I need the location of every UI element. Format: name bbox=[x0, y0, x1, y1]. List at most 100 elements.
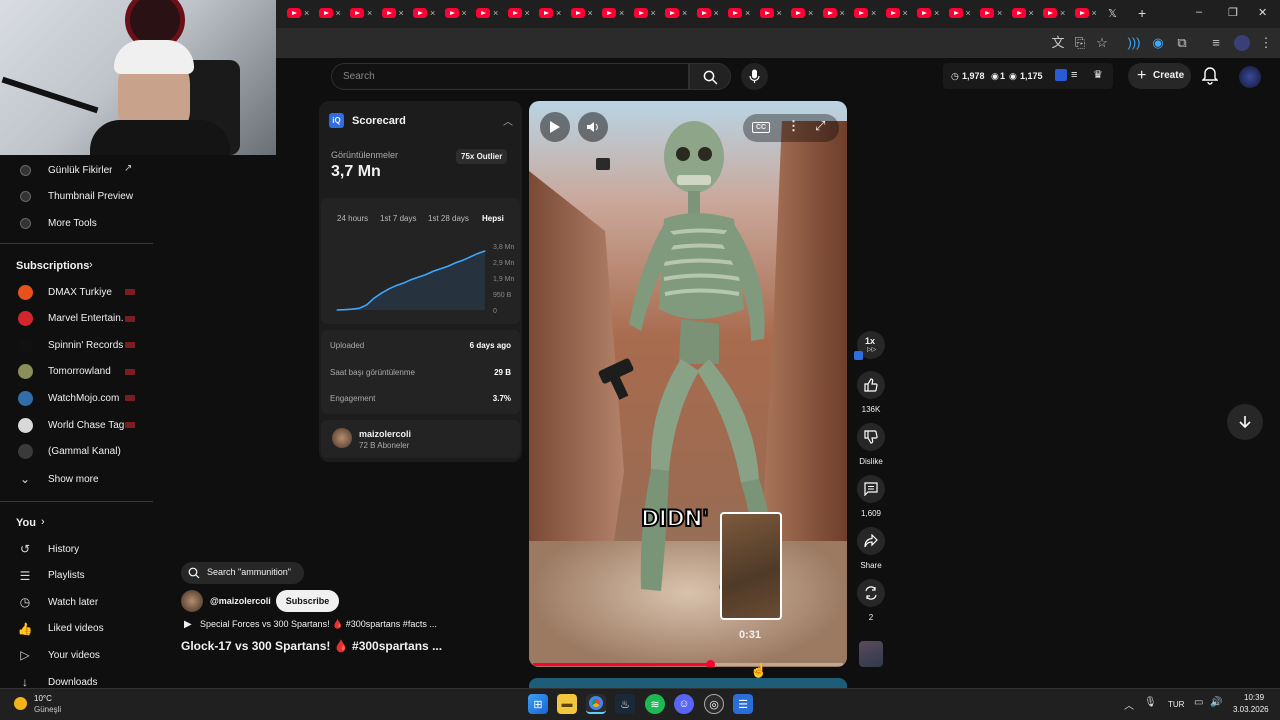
tab-close-icon[interactable]: × bbox=[462, 8, 467, 18]
extension-stats-bar[interactable]: ◷ 1,978 ◉ 1 ◉ 1,175 ≡ ♛ bbox=[943, 63, 1113, 89]
subscription-item[interactable]: DMAX Turkiye bbox=[0, 279, 153, 305]
sound-thumbnail[interactable] bbox=[859, 641, 883, 667]
sidebar-item-tool[interactable]: More Tools bbox=[0, 210, 153, 236]
discord-icon[interactable]: ☺ bbox=[674, 694, 694, 714]
language-indicator[interactable]: TUR bbox=[1168, 700, 1184, 709]
youtube-tab-icon[interactable] bbox=[413, 8, 427, 18]
notifications-bell-icon[interactable] bbox=[1201, 67, 1220, 85]
remix-button[interactable] bbox=[857, 579, 885, 607]
x-tab-icon[interactable]: 𝕏 bbox=[1108, 7, 1117, 20]
play-button[interactable] bbox=[540, 112, 570, 142]
tab-close-icon[interactable]: × bbox=[840, 8, 845, 18]
sidebar-item-tool[interactable]: Thumbnail Preview bbox=[0, 184, 153, 210]
fullscreen-icon[interactable]: ⤢ bbox=[815, 118, 825, 134]
obs-icon[interactable]: ◎ bbox=[704, 694, 724, 714]
notepad-icon[interactable]: ☰ bbox=[733, 694, 753, 714]
youtube-tab-icon[interactable] bbox=[980, 8, 994, 18]
youtube-tab-icon[interactable] bbox=[696, 8, 711, 18]
tab-close-icon[interactable]: × bbox=[777, 8, 782, 18]
user-avatar[interactable] bbox=[1239, 66, 1261, 88]
next-short-peek[interactable] bbox=[529, 678, 847, 688]
clock-time[interactable]: 10:39 bbox=[1244, 693, 1264, 702]
subscription-item[interactable]: Marvel Entertain... bbox=[0, 306, 153, 332]
youtube-tab-icon[interactable] bbox=[350, 8, 364, 18]
tab-close-icon[interactable]: × bbox=[808, 8, 813, 18]
tab-close-icon[interactable]: × bbox=[934, 8, 939, 18]
tab-close-icon[interactable]: × bbox=[997, 8, 1002, 18]
more-options-icon[interactable]: ⋮ bbox=[787, 118, 800, 134]
channel-avatar-small[interactable] bbox=[181, 590, 203, 612]
youtube-tab-icon[interactable] bbox=[822, 8, 837, 18]
channel-box[interactable]: maizolercoli 72 B Aboneler bbox=[321, 420, 520, 458]
chevron-right-icon[interactable]: › bbox=[89, 259, 93, 271]
tab-close-icon[interactable]: × bbox=[399, 8, 404, 18]
voice-search-button[interactable] bbox=[741, 63, 768, 90]
iq-badge-icon[interactable] bbox=[1055, 69, 1067, 81]
you-item[interactable]: 👍 Liked videos bbox=[0, 616, 153, 642]
youtube-tab-icon[interactable] bbox=[665, 8, 679, 18]
profile-avatar-icon[interactable] bbox=[1234, 35, 1250, 51]
youtube-tab-icon[interactable] bbox=[759, 8, 774, 18]
youtube-tab-icon[interactable] bbox=[854, 8, 868, 18]
tab-close-icon[interactable]: × bbox=[619, 8, 624, 18]
tab-close-icon[interactable]: × bbox=[367, 8, 372, 18]
tab-close-icon[interactable]: × bbox=[336, 8, 341, 18]
tab-close-icon[interactable]: × bbox=[651, 8, 656, 18]
mute-button[interactable] bbox=[578, 112, 608, 142]
youtube-tab-icon[interactable] bbox=[948, 8, 963, 18]
tray-volume-icon[interactable]: 🔊 bbox=[1210, 697, 1222, 708]
maximize-button[interactable]: ❐ bbox=[1228, 6, 1238, 19]
chevron-right-icon[interactable]: › bbox=[41, 516, 45, 528]
tab-close-icon[interactable]: × bbox=[871, 8, 876, 18]
youtube-tab-icon[interactable] bbox=[917, 8, 931, 18]
tab-close-icon[interactable]: × bbox=[1092, 8, 1097, 18]
tab-close-icon[interactable]: × bbox=[493, 8, 498, 18]
subscribe-button[interactable]: Subscribe bbox=[276, 590, 339, 612]
youtube-tab-icon[interactable] bbox=[570, 8, 585, 18]
video-title[interactable]: Glock-17 vs 300 Spartans! 🩸 #300spartans… bbox=[181, 639, 442, 653]
youtube-tab-icon[interactable] bbox=[1074, 8, 1089, 18]
minimize-button[interactable]: – bbox=[1196, 6, 1202, 18]
tab-close-icon[interactable]: × bbox=[430, 8, 435, 18]
clock-date[interactable]: 3.03.2026 bbox=[1233, 705, 1269, 714]
weather-temp[interactable]: 10°C bbox=[34, 694, 52, 703]
you-heading[interactable]: You bbox=[16, 517, 36, 529]
weather-sun-icon[interactable] bbox=[14, 697, 27, 710]
tab-close-icon[interactable]: × bbox=[966, 8, 971, 18]
subscription-item[interactable]: (Gammal Kanal) bbox=[0, 439, 153, 465]
extensions-puzzle-icon[interactable]: ⧉ bbox=[1174, 35, 1190, 51]
subscription-item[interactable]: Spinnin' Records bbox=[0, 332, 153, 358]
youtube-tab-icon[interactable] bbox=[602, 8, 616, 18]
tab-close-icon[interactable]: × bbox=[1029, 8, 1034, 18]
list-icon[interactable]: ≡ bbox=[1071, 69, 1077, 81]
youtube-tab-icon[interactable] bbox=[885, 8, 900, 18]
new-tab-button[interactable]: + bbox=[1138, 5, 1146, 21]
channel-handle[interactable]: @maizolercoli bbox=[210, 596, 271, 606]
youtube-tab-icon[interactable] bbox=[444, 8, 459, 18]
tray-display-icon[interactable]: ▭ bbox=[1194, 697, 1203, 708]
you-item[interactable]: ☰ Playlists bbox=[0, 563, 153, 589]
subscriptions-heading[interactable]: Subscriptions bbox=[16, 260, 89, 272]
bookmark-star-icon[interactable]: ☆ bbox=[1094, 35, 1110, 51]
tab-close-icon[interactable]: × bbox=[588, 8, 593, 18]
file-explorer-icon[interactable]: ▬ bbox=[557, 694, 577, 714]
tab-close-icon[interactable]: × bbox=[1060, 8, 1065, 18]
media-control-icon[interactable]: ≡ bbox=[1208, 35, 1224, 51]
extension-wave-icon[interactable]: ))) bbox=[1126, 35, 1142, 51]
youtube-tab-icon[interactable] bbox=[791, 8, 805, 18]
steam-icon[interactable]: ♨ bbox=[615, 694, 635, 714]
progress-scrubber[interactable] bbox=[705, 660, 715, 667]
trophy-icon[interactable]: ♛ bbox=[1093, 68, 1103, 81]
tab-close-icon[interactable]: × bbox=[556, 8, 561, 18]
screen-share-icon[interactable]: ⎘ bbox=[1072, 35, 1088, 51]
spotify-icon[interactable]: ≋ bbox=[645, 694, 665, 714]
chrome-taskbar-icon[interactable] bbox=[586, 694, 606, 714]
video-description[interactable]: Special Forces vs 300 Spartans! 🩸 #300sp… bbox=[200, 619, 437, 630]
you-item[interactable]: ▷ Your videos bbox=[0, 642, 153, 668]
create-button[interactable]: + Create bbox=[1128, 63, 1191, 89]
close-window-button[interactable]: ✕ bbox=[1258, 6, 1267, 19]
tab-close-icon[interactable]: × bbox=[745, 8, 750, 18]
chrome-menu-icon[interactable]: ⋮ bbox=[1258, 35, 1274, 51]
subscription-item[interactable]: Tomorrowland bbox=[0, 359, 153, 385]
captions-button[interactable]: CC bbox=[752, 122, 771, 133]
